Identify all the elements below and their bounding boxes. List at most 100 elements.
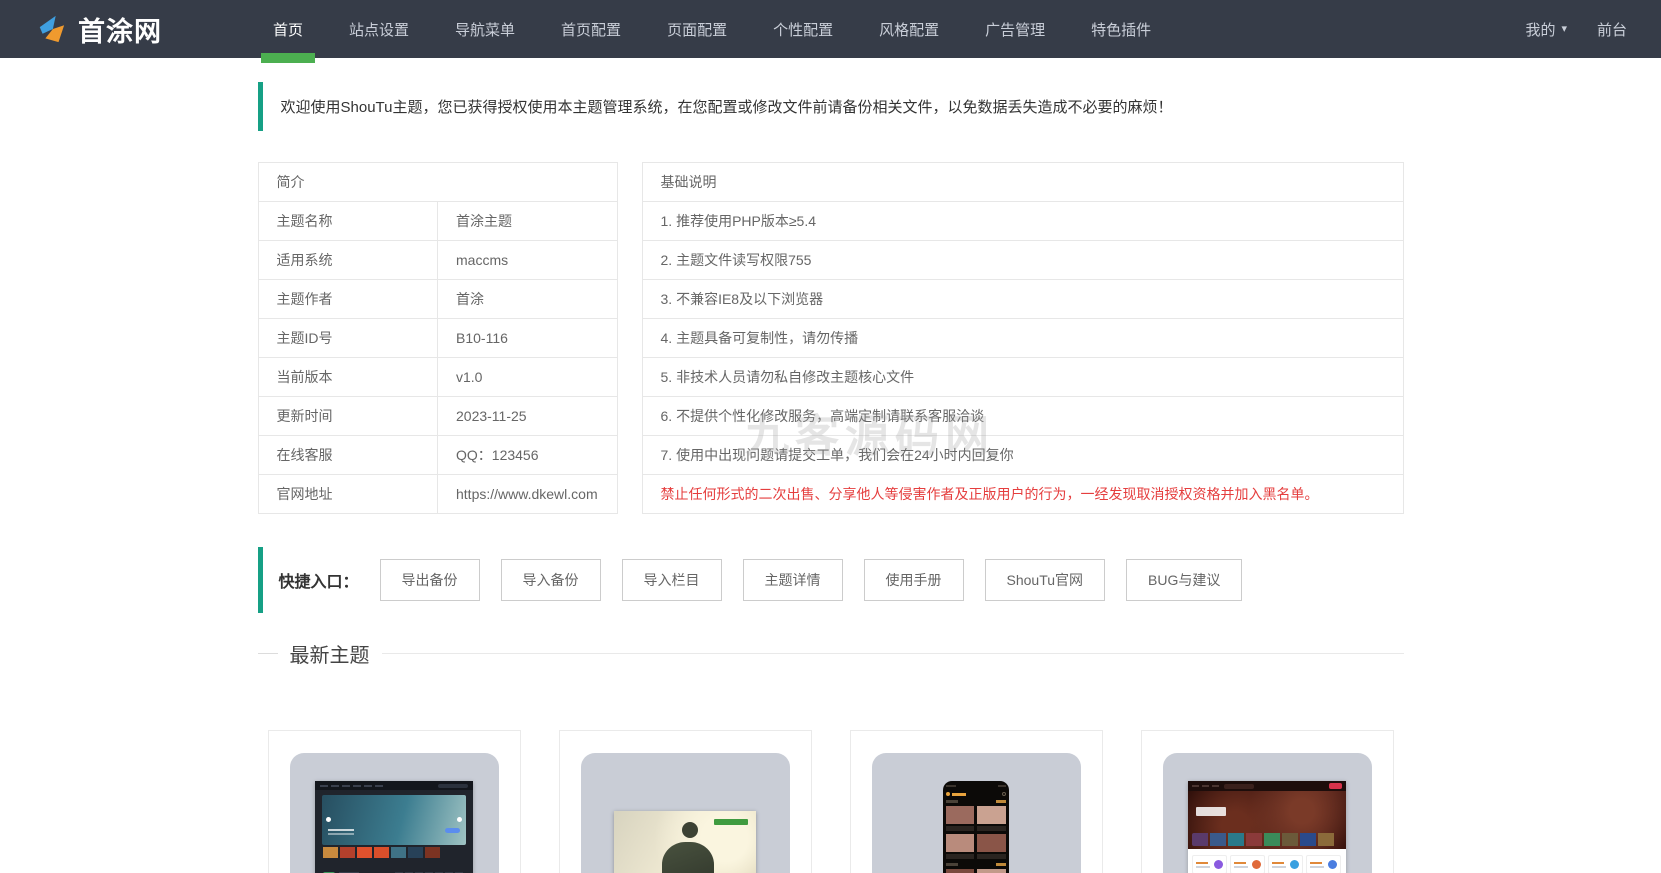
mock-category-chips xyxy=(1188,849,1346,873)
mock-thumb-row xyxy=(946,806,1006,824)
intro-value: v1.0 xyxy=(438,358,618,397)
intro-table-header: 简介 xyxy=(258,163,617,202)
carousel-prev-dot xyxy=(326,817,331,822)
welcome-alert: 欢迎使用ShouTu主题，您已获得授权使用本主题管理系统，在您配置或修改文件前请… xyxy=(258,82,1404,131)
nav-item-personal-config[interactable]: 个性配置 xyxy=(757,0,849,58)
import-backup-button[interactable]: 导入备份 xyxy=(501,559,601,601)
carousel-next-dot xyxy=(457,817,462,822)
license-warning: 禁止任何形式的二次出售、分享他人等侵害作者及正版用户的行为，一经发现取消授权资格… xyxy=(642,475,1403,514)
mock-section-row xyxy=(946,863,1006,866)
intro-label: 主题名称 xyxy=(258,202,438,241)
intro-label: 主题ID号 xyxy=(258,319,438,358)
mock-app-header xyxy=(946,792,1006,796)
mock-caption-row xyxy=(946,854,1006,859)
mock-site-navbar xyxy=(1188,781,1346,791)
intro-label: 主题作者 xyxy=(258,280,438,319)
nav-item-home[interactable]: 首页 xyxy=(257,0,319,58)
intro-value: 2023-11-25 xyxy=(438,397,618,436)
my-account-menu[interactable]: 我的 ▾ xyxy=(1525,19,1567,40)
theme-preview-screenshot-4 xyxy=(1188,781,1346,873)
mock-character-body xyxy=(662,842,714,873)
theme-card-3[interactable]: ≡ xyxy=(850,730,1103,873)
intro-value: 首涂 xyxy=(438,280,618,319)
table-row: 5. 非技术人员请勿私自修改主题核心文件 xyxy=(642,358,1403,397)
mock-hero-thumbs xyxy=(1192,833,1342,846)
brand-logo[interactable]: 首涂网 xyxy=(34,10,162,49)
theme-admin-page: 首涂网 首页 站点设置 导航菜单 首页配置 页面配置 个性配置 风格配置 广告管… xyxy=(0,0,1661,873)
theme-preview-frame: ≡ xyxy=(872,753,1081,873)
intro-table: 简介 主题名称 首涂主题 适用系统 maccms 主题作者 首涂 主题ID号 B… xyxy=(258,162,618,514)
welcome-alert-text: 欢迎使用ShouTu主题，您已获得授权使用本主题管理系统，在您配置或修改文件前请… xyxy=(281,99,1173,116)
nav-item-style-config[interactable]: 风格配置 xyxy=(863,0,955,58)
note-item: 6. 不提供个性化修改服务，高端定制请联系客服洽谈 xyxy=(642,397,1403,436)
table-row: 简介 xyxy=(258,163,617,202)
table-row: 主题名称 首涂主题 xyxy=(258,202,617,241)
bug-suggestion-button[interactable]: BUG与建议 xyxy=(1126,559,1242,601)
mock-app-title xyxy=(952,793,966,796)
mock-section-row xyxy=(946,800,1006,803)
mock-poster-strip xyxy=(323,847,465,858)
mock-thumb-row xyxy=(946,869,1006,873)
top-navbar: 首涂网 首页 站点设置 导航菜单 首页配置 页面配置 个性配置 风格配置 广告管… xyxy=(0,0,1661,58)
mock-hero-text xyxy=(328,829,354,831)
nav-item-site-settings[interactable]: 站点设置 xyxy=(333,0,425,58)
nav-item-featured-plugins[interactable]: 特色插件 xyxy=(1075,0,1167,58)
theme-preview-screenshot-2: ▶ xyxy=(614,811,756,873)
nav-item-ad-management[interactable]: 广告管理 xyxy=(969,0,1061,58)
notes-table-header: 基础说明 xyxy=(642,163,1403,202)
import-columns-button[interactable]: 导入栏目 xyxy=(622,559,722,601)
intro-value: maccms xyxy=(438,241,618,280)
intro-value: 首涂主题 xyxy=(438,202,618,241)
mock-video-player: ▶ xyxy=(614,811,756,873)
mock-login-button xyxy=(1329,783,1342,789)
mock-browser-bar xyxy=(315,781,473,790)
note-item: 3. 不兼容IE8及以下浏览器 xyxy=(642,280,1403,319)
mock-play-button xyxy=(445,828,460,833)
theme-preview-frame: ▶ xyxy=(581,753,790,873)
shoutu-logo-icon xyxy=(34,14,68,44)
main-nav: 首页 站点设置 导航菜单 首页配置 页面配置 个性配置 风格配置 广告管理 特色… xyxy=(250,0,1174,58)
note-item: 7. 使用中出现问题请提交工单，我们会在24小时内回复你 xyxy=(642,436,1403,475)
table-row: 4. 主题具备可复制性，请勿传播 xyxy=(642,319,1403,358)
mock-caption-row xyxy=(946,826,1006,831)
mock-title-art xyxy=(1196,807,1226,816)
nav-item-home-config[interactable]: 首页配置 xyxy=(545,0,637,58)
export-backup-button[interactable]: 导出备份 xyxy=(380,559,480,601)
mock-hero-banner xyxy=(322,795,466,845)
table-row: 官网地址 https://www.dkewl.com xyxy=(258,475,617,514)
nav-item-page-config[interactable]: 页面配置 xyxy=(651,0,743,58)
user-manual-button[interactable]: 使用手册 xyxy=(864,559,964,601)
chevron-down-icon: ▾ xyxy=(1561,24,1567,35)
mock-character-head xyxy=(682,822,698,838)
intro-label: 在线客服 xyxy=(258,436,438,475)
search-icon xyxy=(1002,792,1006,796)
table-row: 3. 不兼容IE8及以下浏览器 xyxy=(642,280,1403,319)
latest-themes-header: 最新主题 xyxy=(258,639,1404,668)
intro-value: QQ：123456 xyxy=(438,436,618,475)
theme-cards-row: ▶ xyxy=(258,730,1404,873)
theme-details-button[interactable]: 主题详情 xyxy=(743,559,843,601)
app-logo-dot xyxy=(946,792,950,796)
nav-item-nav-menu[interactable]: 导航菜单 xyxy=(439,0,531,58)
divider-dash xyxy=(258,653,278,654)
table-row: 在线客服 QQ：123456 xyxy=(258,436,617,475)
note-item: 2. 主题文件读写权限755 xyxy=(642,241,1403,280)
theme-card-2[interactable]: ▶ xyxy=(559,730,812,873)
intro-value: B10-116 xyxy=(438,319,618,358)
quick-entry-label: 快捷入口： xyxy=(279,568,359,592)
my-account-label: 我的 xyxy=(1525,19,1555,40)
table-row: 7. 使用中出现问题请提交工单，我们会在24小时内回复你 xyxy=(642,436,1403,475)
frontend-link[interactable]: 前台 xyxy=(1597,19,1627,40)
notes-table: 基础说明 1. 推荐使用PHP版本≥5.4 2. 主题文件读写权限755 3. … xyxy=(642,162,1404,514)
note-item: 1. 推荐使用PHP版本≥5.4 xyxy=(642,202,1403,241)
navbar-right: 我的 ▾ 前台 xyxy=(1525,19,1627,40)
mock-status-bar xyxy=(946,785,1006,789)
theme-card-4[interactable] xyxy=(1141,730,1394,873)
table-row: 主题作者 首涂 xyxy=(258,280,617,319)
table-row: 1. 推荐使用PHP版本≥5.4 xyxy=(642,202,1403,241)
mock-video-title xyxy=(714,819,748,825)
main-content: 欢迎使用ShouTu主题，您已获得授权使用本主题管理系统，在您配置或修改文件前请… xyxy=(258,82,1404,873)
theme-preview-frame xyxy=(290,753,499,873)
theme-card-1[interactable] xyxy=(268,730,521,873)
shoutu-official-site-button[interactable]: ShouTu官网 xyxy=(985,559,1106,601)
